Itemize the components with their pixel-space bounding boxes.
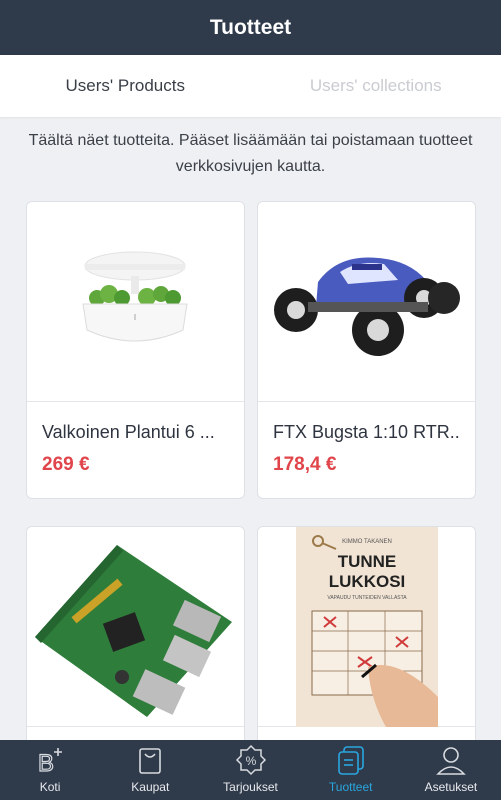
page-title: Tuotteet: [209, 15, 292, 39]
svg-text:%: %: [245, 754, 256, 768]
nav-label: Tarjoukset: [223, 780, 278, 794]
nav-item-tuotteet[interactable]: Tuotteet: [301, 740, 401, 800]
book-subtitle: VAPAUDU TUNTEIDEN VALLASTA: [327, 595, 407, 601]
nav-item-tarjoukset[interactable]: % Tarjoukset: [200, 740, 300, 800]
product-image-rc-truck: [258, 202, 475, 402]
percent-badge-icon: %: [234, 743, 268, 777]
product-card[interactable]: [26, 526, 245, 740]
book-title-line2: LUKKOSI: [329, 572, 406, 591]
bag-icon: [133, 743, 167, 777]
product-grid: Valkoinen Plantui 6 ... 269 € FTX Bugsta…: [0, 200, 501, 740]
nav-label: Koti: [39, 780, 61, 794]
book-author: KIMMO TAKANEN: [342, 539, 392, 545]
product-name: Valkoinen Plantui 6 ...: [42, 422, 215, 442]
tab-users-collections[interactable]: Users' collections: [251, 55, 501, 117]
nav-label: Asetukset: [424, 780, 478, 794]
product-card[interactable]: KIMMO TAKANEN TUNNE LUKKOSI VAPAUDU TUNT…: [257, 526, 476, 740]
bottom-navigation: B Koti Kaupat % Tarjoukset Tuotteet Aset…: [0, 740, 501, 800]
product-image-planter: [27, 202, 244, 402]
products-icon: [334, 743, 368, 777]
product-price: 269 €: [42, 454, 90, 475]
tab-bar: Users' Products Users' collections: [0, 55, 501, 117]
product-name: FTX Bugsta 1:10 RTR..: [273, 422, 460, 442]
product-price: 178,4 €: [273, 454, 337, 475]
user-icon: [434, 743, 468, 777]
home-b-plus-icon: B: [33, 743, 67, 777]
svg-text:B: B: [38, 750, 54, 776]
nav-label: Tuotteet: [328, 780, 373, 794]
product-card[interactable]: Valkoinen Plantui 6 ... 269 €: [26, 201, 245, 499]
book-title-line1: TUNNE: [338, 552, 397, 571]
nav-item-kaupat[interactable]: Kaupat: [100, 740, 200, 800]
product-card[interactable]: FTX Bugsta 1:10 RTR.. 178,4 €: [257, 201, 476, 499]
nav-label: Kaupat: [131, 780, 170, 794]
tab-users-products[interactable]: Users' Products: [0, 55, 251, 117]
product-image-raspberry-pi: [27, 527, 244, 727]
intro-text: Täältä näet tuotteita. Pääset lisäämään …: [28, 132, 473, 175]
app-header: Tuotteet: [0, 0, 501, 55]
nav-item-asetukset[interactable]: Asetukset: [401, 740, 501, 800]
product-image-book: KIMMO TAKANEN TUNNE LUKKOSI VAPAUDU TUNT…: [258, 527, 475, 727]
nav-item-koti[interactable]: B Koti: [0, 740, 100, 800]
